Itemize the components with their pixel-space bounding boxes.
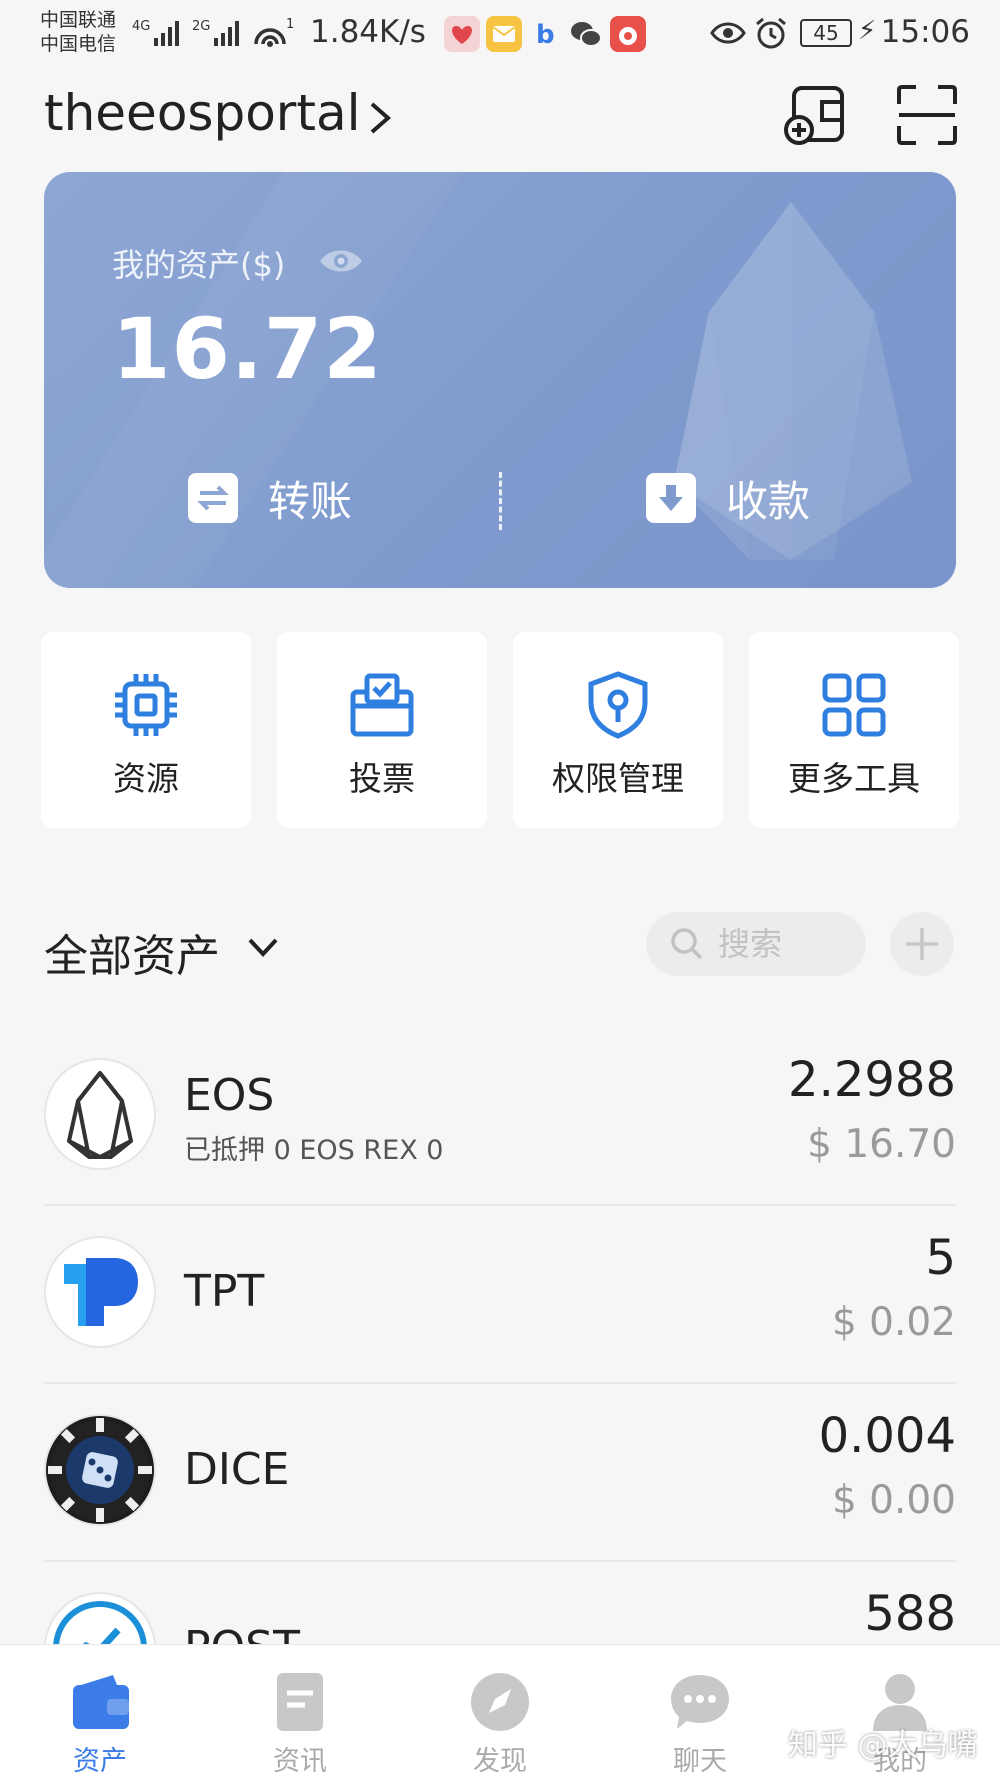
alarm-icon [756, 17, 786, 49]
receive-icon [646, 473, 696, 523]
carrier-1: 中国联通 [40, 9, 117, 31]
tab-label: 聊天 [673, 1746, 727, 1777]
action-divider [499, 472, 502, 530]
search-icon [671, 928, 703, 960]
document-icon [277, 1673, 323, 1731]
tool-permissions[interactable]: 权限管理 [513, 632, 723, 828]
tool-label: 资源 [113, 759, 179, 798]
eos-logo-icon [44, 1058, 156, 1170]
row-divider [44, 1382, 956, 1384]
shield-key-icon [588, 671, 648, 739]
asset-detail: 已抵押 0 EOS REX 0 [184, 1135, 444, 1166]
tab-assets[interactable]: 资产 [0, 1645, 200, 1778]
plus-icon [906, 928, 938, 960]
transfer-button[interactable]: 转账 [188, 468, 352, 528]
battery-level: 45 [800, 19, 852, 47]
grid-icon [822, 673, 886, 737]
net-speed: 1.84K/s [310, 14, 426, 50]
hotspot-count: 1 [286, 17, 294, 32]
svg-text:b: b [536, 20, 555, 50]
receive-button[interactable]: 收款 [646, 468, 810, 528]
scan-icon[interactable] [896, 84, 958, 146]
account-name[interactable]: theeosportal [44, 84, 360, 142]
carrier-info: 中国联通 中国电信 [40, 8, 116, 56]
eye-comfort-icon [710, 22, 746, 44]
tab-news[interactable]: 资讯 [200, 1645, 400, 1778]
tab-label: 发现 [473, 1746, 527, 1777]
chat-bubble-icon [671, 1675, 729, 1729]
receive-label: 收款 [726, 476, 811, 526]
transfer-label: 转账 [268, 476, 353, 526]
add-asset-button[interactable] [890, 912, 954, 976]
tool-label: 权限管理 [552, 759, 684, 798]
mail-icon [486, 16, 522, 52]
row-divider [44, 1204, 956, 1206]
watermark: 知乎 @大乌嘴 [788, 1728, 978, 1763]
asset-symbol: TPT [184, 1266, 265, 1317]
dice-logo-icon [44, 1414, 156, 1526]
tool-label: 投票 [349, 759, 415, 798]
clock: 15:06 [880, 14, 970, 50]
chevron-right-icon[interactable] [366, 98, 394, 138]
total-assets-label: 我的资产($) [112, 246, 286, 284]
asset-symbol: DICE [184, 1444, 290, 1495]
signal-4g-icon: 4G [132, 19, 179, 46]
app-red-icon [610, 16, 646, 52]
tool-resources[interactable]: 资源 [41, 632, 251, 828]
search-input[interactable] [718, 925, 858, 963]
chevron-down-icon[interactable] [246, 934, 280, 962]
transfer-icon [188, 473, 238, 523]
tool-more[interactable]: 更多工具 [749, 632, 959, 828]
compass-icon [471, 1673, 529, 1731]
row-divider [44, 1560, 956, 1562]
asset-row-dice[interactable]: DICE 0.004 $ 0.00 [44, 1408, 956, 1592]
wechat-icon [568, 16, 604, 52]
charging-icon: ⚡ [858, 16, 877, 46]
asset-usd-value: $ 0.02 [831, 1300, 956, 1345]
tpt-logo-icon [44, 1236, 156, 1348]
wallet-icon [73, 1675, 129, 1729]
asset-symbol: EOS [184, 1070, 275, 1121]
tab-discover[interactable]: 发现 [400, 1645, 600, 1778]
asset-row-tpt[interactable]: TPT 5 $ 0.02 [44, 1230, 956, 1414]
chip-icon [115, 674, 177, 736]
tool-label: 更多工具 [788, 759, 920, 798]
tab-label: 资讯 [273, 1746, 327, 1777]
asset-amount: 2.2988 [788, 1052, 956, 1108]
eye-icon[interactable] [318, 242, 364, 280]
tab-chat[interactable]: 聊天 [600, 1645, 800, 1778]
all-assets-title[interactable]: 全部资产 [44, 920, 220, 984]
status-bar: 中国联通 中国电信 4G 2G 1 1.84K/s b 45 ⚡ 15:06 [0, 0, 1000, 68]
ballot-box-icon [350, 673, 414, 737]
search-box[interactable] [646, 912, 866, 976]
total-assets-value: 16.72 [112, 300, 383, 398]
add-wallet-icon[interactable] [784, 84, 846, 146]
asset-amount: 5 [925, 1230, 956, 1286]
asset-amount: 0.004 [818, 1408, 956, 1464]
app-heart-icon [444, 16, 480, 52]
app-b-icon: b [528, 16, 564, 52]
net-type-1: 4G [132, 19, 150, 34]
signal-2g-icon: 2G [192, 19, 239, 46]
asset-row-eos[interactable]: EOS 已抵押 0 EOS REX 0 2.2988 $ 16.70 [44, 1052, 956, 1236]
asset-usd-value: $ 16.70 [807, 1122, 956, 1167]
net-type-2: 2G [192, 19, 210, 34]
asset-card: 我的资产($) 16.72 转账 收款 [44, 172, 956, 588]
tool-vote[interactable]: 投票 [277, 632, 487, 828]
hotspot-icon: 1 [254, 17, 294, 47]
tab-label: 资产 [73, 1746, 127, 1777]
carrier-2: 中国电信 [40, 33, 117, 55]
asset-usd-value: $ 0.00 [831, 1478, 956, 1523]
asset-amount: 588 [864, 1586, 956, 1642]
